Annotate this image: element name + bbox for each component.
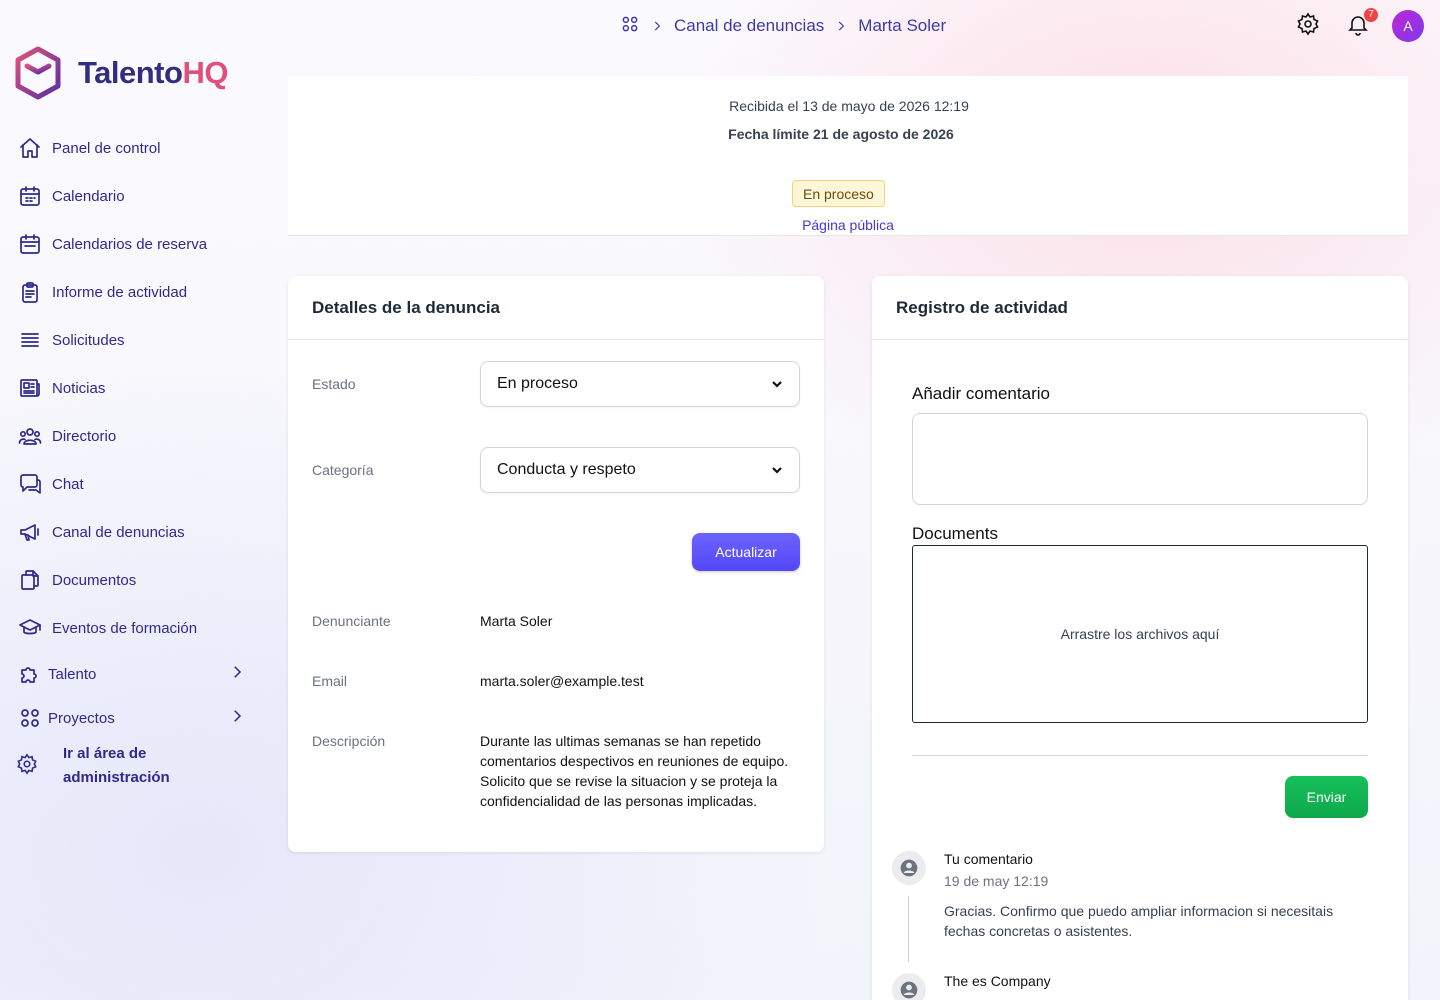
- chevron-right-icon: [650, 19, 664, 33]
- sidebar-item-label: Ir al área de administración: [63, 745, 170, 786]
- status-select-value: En proceso: [497, 375, 578, 392]
- comment-author: Tu comentario: [944, 851, 1033, 867]
- status-select[interactable]: En proceso: [480, 361, 800, 407]
- dropzone-text: Arrastre los archivos aquí: [1060, 626, 1220, 642]
- add-comment-label: Añadir comentario: [912, 384, 1050, 403]
- sidebar: TalentoHQ Panel de control Calendario Ca…: [0, 0, 260, 1000]
- file-dropzone[interactable]: Arrastre los archivos aquí: [912, 545, 1368, 723]
- breadcrumb-section-link[interactable]: Canal de denuncias: [674, 16, 824, 36]
- megaphone-icon: [16, 518, 44, 546]
- description-label: Descripción: [312, 733, 386, 749]
- sidebar-item-noticias[interactable]: Noticias: [16, 364, 246, 412]
- booking-calendar-icon: [16, 230, 44, 258]
- clipboard-icon: [16, 278, 44, 306]
- newspaper-icon: [16, 374, 44, 402]
- sidebar-item-label: Noticias: [52, 379, 106, 397]
- settings-gear-icon[interactable]: [1296, 12, 1320, 41]
- sidebar-item-label: Calendario: [52, 187, 125, 205]
- topbar-actions: 7 A: [1296, 7, 1424, 42]
- grid-icon: [16, 704, 44, 732]
- sidebar-item-canal-de-denuncias[interactable]: Canal de denuncias: [16, 508, 246, 556]
- report-details-card: Detalles de la denuncia Estado En proces…: [288, 276, 824, 852]
- received-date: Recibida el 13 de mayo de 2026 12:19: [729, 98, 969, 114]
- sidebar-item-talento[interactable]: Talento: [16, 652, 246, 696]
- sidebar-item-documentos[interactable]: Documentos: [16, 556, 246, 604]
- comment-body: Gracias. Confirmo que puedo ampliar info…: [944, 903, 1334, 939]
- sidebar-item-eventos-de-formacion[interactable]: Eventos de formación: [16, 604, 246, 652]
- email-value: marta.soler@example.test: [480, 673, 644, 689]
- sidebar-item-panel-de-control[interactable]: Panel de control: [16, 124, 246, 172]
- sidebar-nav: Panel de control Calendario Calendarios …: [16, 124, 246, 790]
- sidebar-item-label: Informe de actividad: [52, 283, 188, 301]
- email-label: Email: [312, 673, 348, 689]
- comment-time: 19 de may 12:19: [944, 873, 1049, 889]
- chevron-down-icon: [772, 381, 782, 388]
- sidebar-item-label: Panel de control: [52, 139, 161, 157]
- reporter-value: Marta Soler: [480, 613, 553, 629]
- activity-log-card: Registro de actividad Añadir comentario …: [872, 276, 1408, 1000]
- comment-textarea[interactable]: [912, 413, 1368, 505]
- deadline-date: Fecha límite 21 de agosto de 2026: [728, 126, 954, 142]
- sidebar-item-label: Canal de denuncias: [52, 523, 185, 541]
- description-value: Durante las ultimas semanas se han repet…: [480, 733, 789, 809]
- documents-label: Documents: [912, 524, 998, 543]
- chat-icon: [16, 470, 44, 498]
- status-label: Estado: [312, 376, 356, 392]
- sidebar-item-label: Eventos de formación: [52, 619, 198, 637]
- card-title: Detalles de la denuncia: [288, 276, 824, 340]
- public-page-link[interactable]: Página pública: [288, 217, 1408, 233]
- users-icon: [16, 422, 44, 450]
- timeline-connector: [908, 896, 909, 962]
- sidebar-item-label: Calendarios de reserva: [52, 235, 208, 253]
- sidebar-item-chat[interactable]: Chat: [16, 460, 246, 508]
- status-badge: En proceso: [792, 180, 885, 207]
- logo-cube-icon: [15, 46, 61, 100]
- chevron-right-icon[interactable]: [228, 707, 246, 729]
- report-header: Recibida el 13 de mayo de 2026 12:19 Fec…: [288, 76, 1408, 236]
- user-avatar-icon: [892, 973, 926, 1000]
- category-label: Categoría: [312, 462, 374, 478]
- brand-logo[interactable]: TalentoHQ: [14, 46, 228, 100]
- graduation-cap-icon: [16, 614, 44, 642]
- sidebar-item-label: Directorio: [52, 427, 117, 445]
- puzzle-icon: [16, 660, 44, 688]
- sidebar-item-directorio[interactable]: Directorio: [16, 412, 246, 460]
- home-icon: [16, 134, 44, 162]
- notification-count-badge: 7: [1364, 7, 1378, 22]
- send-button[interactable]: Enviar: [1285, 776, 1368, 818]
- sidebar-item-label: Solicitudes: [52, 331, 125, 349]
- documents-icon: [16, 566, 44, 594]
- comment-author: The es Company: [944, 973, 1051, 989]
- breadcrumb-current: Marta Soler: [858, 16, 947, 35]
- update-button[interactable]: Actualizar: [692, 533, 800, 571]
- user-avatar[interactable]: A: [1392, 10, 1424, 42]
- sidebar-item-admin[interactable]: Ir al área de administración: [16, 742, 246, 790]
- sidebar-item-calendarios-de-reserva[interactable]: Calendarios de reserva: [16, 220, 246, 268]
- sidebar-item-informe-de-actividad[interactable]: Informe de actividad: [16, 268, 246, 316]
- chevron-right-icon: [834, 19, 848, 33]
- sidebar-item-label: Talento: [48, 665, 97, 683]
- divider: [912, 755, 1368, 756]
- sidebar-item-solicitudes[interactable]: Solicitudes: [16, 316, 246, 364]
- sidebar-item-label: Documentos: [52, 571, 137, 589]
- category-select-value: Conducta y respeto: [497, 461, 636, 478]
- calendar-icon: [16, 182, 44, 210]
- brand-name: TalentoHQ: [78, 55, 228, 90]
- sidebar-item-proyectos[interactable]: Proyectos: [16, 696, 246, 740]
- chevron-down-icon: [772, 467, 782, 474]
- sidebar-item-calendario[interactable]: Calendario: [16, 172, 246, 220]
- reporter-label: Denunciante: [312, 613, 391, 629]
- list-icon: [16, 326, 44, 354]
- category-select[interactable]: Conducta y respeto: [480, 447, 800, 493]
- card-title: Registro de actividad: [872, 276, 1408, 340]
- breadcrumb: Canal de denuncias Marta Soler: [620, 14, 946, 38]
- gear-icon: [16, 753, 42, 779]
- chevron-right-icon[interactable]: [228, 663, 246, 685]
- notifications-bell-icon[interactable]: 7: [1346, 7, 1378, 41]
- apps-grid-icon[interactable]: [620, 14, 640, 39]
- sidebar-item-label: Chat: [52, 475, 84, 493]
- user-avatar-icon: [892, 851, 926, 885]
- sidebar-item-label: Proyectos: [48, 709, 115, 727]
